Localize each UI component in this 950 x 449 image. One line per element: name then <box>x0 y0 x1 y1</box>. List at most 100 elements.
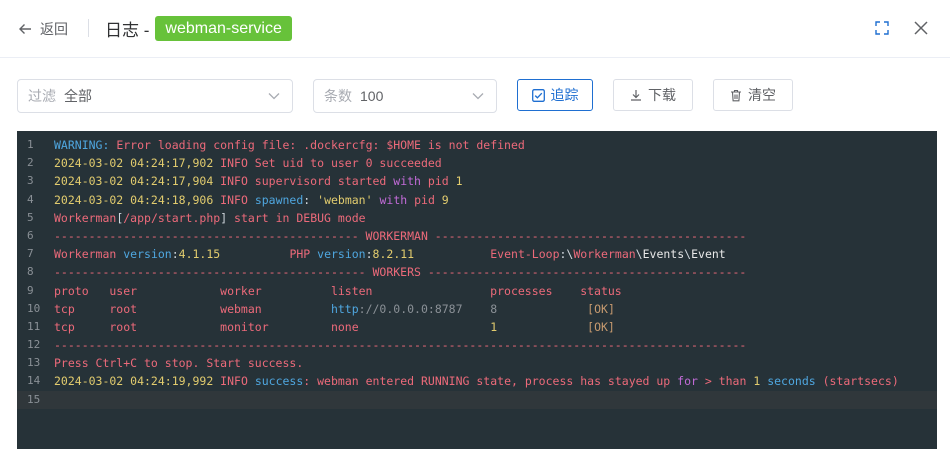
log-text: ----------------------------------------… <box>54 227 746 245</box>
log-token: 2024-03-02 04:24:18,906 <box>54 192 214 207</box>
title-text: 日志 - <box>105 20 150 40</box>
log-line: 2 2024-03-02 04:24:17,902 INFO Set uid to… <box>17 154 937 172</box>
log-line: 13 Press Ctrl+C to stop. Start success. <box>17 354 937 372</box>
log-token: 2024-03-02 04:24:17,904 <box>54 174 214 189</box>
filter-prefix: 过滤 <box>28 88 56 104</box>
arrow-left-icon <box>19 24 31 34</box>
back-button[interactable]: 返回 <box>18 19 68 39</box>
log-token: (startsecs) <box>815 374 899 389</box>
log-token: Workerman <box>54 210 117 225</box>
trash-icon <box>731 89 741 101</box>
log-token: ----------------------------------------… <box>54 265 747 280</box>
log-token: pid <box>407 192 442 207</box>
log-token: Press Ctrl+C to stop. Start success. <box>54 356 304 371</box>
close-icon[interactable] <box>912 19 930 37</box>
log-token: proto user worker listen processes statu… <box>54 283 622 298</box>
log-token: Event-Loop <box>414 247 560 262</box>
back-label: 返回 <box>40 21 68 37</box>
log-token: PHP <box>220 247 318 262</box>
line-number: 10 <box>27 301 41 315</box>
log-token: tcp root webman <box>54 301 331 316</box>
log-token: seconds <box>767 374 816 389</box>
log-token: : <box>171 247 179 262</box>
line-number: 3 <box>27 174 34 188</box>
log-token: INFO <box>213 156 248 171</box>
log-line: 15 <box>17 390 937 409</box>
log-token: ----------------------------------------… <box>54 338 747 353</box>
checkbox-checked-icon <box>531 88 545 102</box>
log-line: 11 tcp root monitor none 1 [OK] <box>17 318 937 336</box>
line-number: 4 <box>27 192 34 206</box>
log-token <box>497 320 587 334</box>
log-token: INFO <box>213 374 248 389</box>
log-token: pid <box>420 174 456 189</box>
follow-button[interactable]: 追踪 <box>517 79 593 111</box>
line-number: 7 <box>27 247 34 261</box>
toolbar: 过滤 全部 条数 100 追踪 下载 清空 <box>0 78 950 114</box>
download-button[interactable]: 下载 <box>613 79 693 111</box>
log-token: : <box>365 247 373 262</box>
clear-button[interactable]: 清空 <box>713 79 793 111</box>
log-token: start in DEBUG mode <box>227 210 366 225</box>
line-number: 8 <box>27 265 34 279</box>
download-label: 下载 <box>648 87 676 103</box>
log-token: > than <box>697 374 754 389</box>
log-token: with <box>379 192 408 207</box>
log-token: version <box>317 247 366 262</box>
line-number: 5 <box>27 210 34 224</box>
log-line: 8 ---------------------------------------… <box>17 263 937 281</box>
log-text: Workerman version:4.1.15 PHP version:8.2… <box>54 245 726 263</box>
log-token: WARNING: <box>54 138 110 152</box>
log-token: spawned <box>254 192 304 207</box>
log-token: for <box>677 374 698 389</box>
count-select[interactable]: 条数 100 <box>313 79 497 113</box>
line-number: 1 <box>27 138 34 151</box>
log-text: 2024-03-02 04:24:19,992 INFO success: we… <box>54 372 899 390</box>
log-token: : <box>303 192 318 207</box>
log-token: INFO <box>213 174 248 189</box>
log-text: 2024-03-02 04:24:17,902 INFO Set uid to … <box>54 154 442 172</box>
log-token: version <box>123 247 172 262</box>
log-line: 4 2024-03-02 04:24:18,906 INFO spawned: '… <box>17 191 937 209</box>
log-token <box>248 193 255 207</box>
log-token: Event <box>691 247 726 262</box>
chevron-down-icon <box>472 93 484 100</box>
log-token: 2024-03-02 04:24:19,992 <box>54 374 214 389</box>
log-token: : webman entered RUNNING state, process … <box>303 374 678 389</box>
page-title: 日志 - webman-service <box>105 15 292 41</box>
log-token: with <box>393 174 421 189</box>
log-text: 2024-03-02 04:24:18,906 INFO spawned: 'w… <box>54 191 449 209</box>
dialog-header: 返回 日志 - webman-service <box>0 0 950 58</box>
log-token: 1 <box>455 174 463 189</box>
log-token: http <box>330 301 359 316</box>
header-divider <box>88 19 89 37</box>
log-text: ----------------------------------------… <box>54 263 746 281</box>
count-prefix: 条数 <box>324 88 352 104</box>
log-token: 2024-03-02 04:24:17,902 <box>54 156 214 171</box>
log-token <box>248 374 255 388</box>
log-line: 3 2024-03-02 04:24:17,904 INFO supervisor… <box>17 172 937 190</box>
fullscreen-icon[interactable] <box>874 20 890 36</box>
log-text: 2024-03-02 04:24:17,904 INFO supervisord… <box>54 172 463 190</box>
log-text: Press Ctrl+C to stop. Start success. <box>54 354 303 372</box>
filter-select[interactable]: 过滤 全部 <box>17 79 293 113</box>
log-token <box>463 302 491 316</box>
count-value: 100 <box>360 88 384 104</box>
log-console[interactable]: 1 WARNING: Error loading config file: .do… <box>17 131 937 449</box>
log-token: [OK] <box>587 319 615 334</box>
log-token <box>497 302 587 316</box>
log-token: \ <box>635 247 643 262</box>
log-text: Workerman[/app/start.php] start in DEBUG… <box>54 209 366 227</box>
line-number: 11 <box>27 319 41 333</box>
log-token: 8.2.11 <box>372 247 415 262</box>
log-text: ----------------------------------------… <box>54 336 746 354</box>
log-token: ----------------------------------------… <box>54 228 747 243</box>
log-token: tcp root monitor none <box>54 319 491 334</box>
log-token: supervisord started <box>247 174 394 189</box>
log-line: 7 Workerman version:4.1.15 PHP version:8.… <box>17 245 937 263</box>
follow-label: 追踪 <box>550 87 579 103</box>
log-token: INFO <box>213 192 248 207</box>
line-number: 2 <box>27 156 34 170</box>
clear-label: 清空 <box>748 87 776 103</box>
chevron-down-icon <box>268 93 280 100</box>
